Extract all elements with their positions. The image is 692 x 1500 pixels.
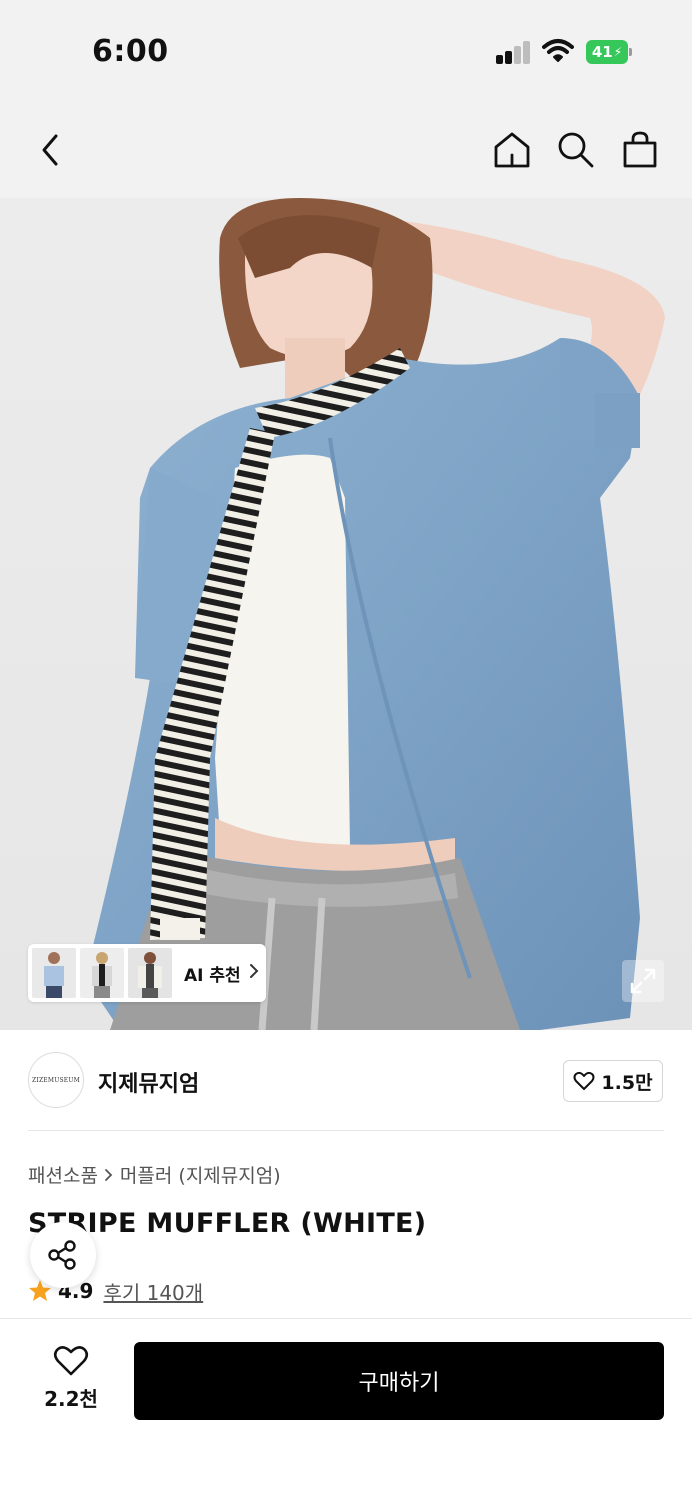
- ai-thumb-1: [32, 948, 76, 998]
- chevron-right-icon: [249, 963, 259, 983]
- shopping-bag-icon[interactable]: [618, 128, 662, 172]
- expand-icon[interactable]: [622, 960, 664, 1002]
- share-button[interactable]: [30, 1222, 96, 1288]
- top-nav: [0, 100, 692, 198]
- battery-charging-icon: 41 ⚡: [586, 40, 632, 64]
- review-count-link[interactable]: 후기 140개: [103, 1277, 203, 1306]
- home-icon[interactable]: [490, 128, 534, 172]
- heart-icon: [573, 1071, 595, 1090]
- share-icon: [48, 1240, 76, 1270]
- brand-like-button[interactable]: 1.5만: [563, 1060, 663, 1102]
- ai-recommend-chip[interactable]: AI 추천: [28, 944, 266, 1002]
- heart-icon: [53, 1346, 89, 1376]
- brand-logo-text: ZIZEMUSEUM: [32, 1076, 80, 1084]
- status-bar: 6:00 41 ⚡: [0, 0, 692, 100]
- brand-logo[interactable]: ZIZEMUSEUM: [28, 1052, 84, 1108]
- product-hero-image[interactable]: [0, 198, 692, 1030]
- back-icon[interactable]: [28, 128, 72, 172]
- brand-like-count: 1.5만: [601, 1071, 653, 1094]
- model-photo: [85, 198, 665, 1030]
- signal-icon: [496, 40, 532, 64]
- wifi-icon: [542, 38, 574, 64]
- wish-button[interactable]: 2.2천: [30, 1345, 112, 1419]
- ai-thumb-3: [128, 948, 172, 998]
- brand-name[interactable]: 지제뮤지엄: [98, 1066, 199, 1098]
- product-detail-page: 6:00 41 ⚡ AI 추천 ZIZEMUSEUM 지제뮤지엄 1.5만 패션…: [0, 0, 692, 1500]
- bottom-action-bar: 2.2천 구매하기: [0, 1318, 692, 1500]
- breadcrumb-subcategory[interactable]: 머플러 (지제뮤지엄): [120, 1161, 281, 1188]
- battery-level: 41: [591, 43, 613, 61]
- brand-row[interactable]: ZIZEMUSEUM 지제뮤지엄 1.5만: [0, 1030, 692, 1130]
- search-icon[interactable]: [554, 128, 598, 172]
- buy-button[interactable]: 구매하기: [134, 1342, 664, 1420]
- status-time: 6:00: [92, 34, 169, 69]
- divider: [28, 1130, 664, 1131]
- ai-thumb-2: [80, 948, 124, 998]
- breadcrumb-category[interactable]: 패션소품: [28, 1161, 98, 1188]
- wish-count: 2.2천: [44, 1387, 98, 1411]
- ai-recommend-label: AI 추천: [184, 965, 241, 986]
- chevron-right-icon: [105, 1168, 113, 1181]
- breadcrumb: 패션소품 머플러 (지제뮤지엄): [28, 1161, 281, 1188]
